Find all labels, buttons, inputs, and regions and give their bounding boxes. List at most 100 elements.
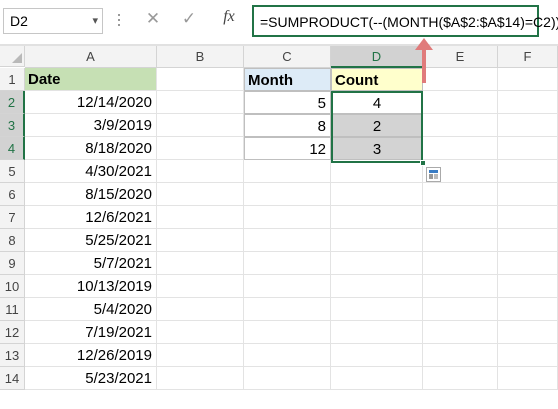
cell-c2[interactable]: 5 <box>244 91 331 114</box>
row-header-7[interactable]: 7 <box>0 206 25 229</box>
formula-bar-grip[interactable] <box>116 14 122 28</box>
formula-input[interactable]: =SUMPRODUCT(--(MONTH($A$2:$A$14)=C2)) <box>252 5 558 37</box>
row-header-9[interactable]: 9 <box>0 252 25 275</box>
enter-icon[interactable]: ✓ <box>178 9 200 33</box>
cell-f2[interactable] <box>498 91 558 114</box>
cell-a8[interactable]: 5/25/2021 <box>25 229 157 252</box>
cell-e13[interactable] <box>423 344 498 367</box>
cell-e11[interactable] <box>423 298 498 321</box>
cell-a7[interactable]: 12/6/2021 <box>25 206 157 229</box>
cell-f11[interactable] <box>498 298 558 321</box>
cell-d11[interactable] <box>331 298 423 321</box>
cell-b12[interactable] <box>157 321 244 344</box>
cell-c4[interactable]: 12 <box>244 137 331 160</box>
cell-e12[interactable] <box>423 321 498 344</box>
cell-d9[interactable] <box>331 252 423 275</box>
cell-e8[interactable] <box>423 229 498 252</box>
cell-f10[interactable] <box>498 275 558 298</box>
cell-a14[interactable]: 5/23/2021 <box>25 367 157 390</box>
cell-c8[interactable] <box>244 229 331 252</box>
cell-f14[interactable] <box>498 367 558 390</box>
cell-c5[interactable] <box>244 160 331 183</box>
cell-c6[interactable] <box>244 183 331 206</box>
cell-c9[interactable] <box>244 252 331 275</box>
cell-e14[interactable] <box>423 367 498 390</box>
column-header-a[interactable]: A <box>25 46 157 68</box>
cell-c7[interactable] <box>244 206 331 229</box>
cell-d6[interactable] <box>331 183 423 206</box>
cell-e1[interactable] <box>423 68 498 91</box>
cell-e10[interactable] <box>423 275 498 298</box>
cell-f13[interactable] <box>498 344 558 367</box>
cell-f6[interactable] <box>498 183 558 206</box>
cell-a10[interactable]: 10/13/2019 <box>25 275 157 298</box>
cell-b9[interactable] <box>157 252 244 275</box>
row-header-11[interactable]: 11 <box>0 298 25 321</box>
row-header-14[interactable]: 14 <box>0 367 25 390</box>
cell-e3[interactable] <box>423 114 498 137</box>
dropdown-icon[interactable]: ▾ <box>92 14 98 27</box>
cell-a13[interactable]: 12/26/2019 <box>25 344 157 367</box>
cell-b3[interactable] <box>157 114 244 137</box>
cell-b7[interactable] <box>157 206 244 229</box>
cell-b2[interactable] <box>157 91 244 114</box>
cell-f12[interactable] <box>498 321 558 344</box>
column-header-f[interactable]: F <box>498 46 558 68</box>
cell-b8[interactable] <box>157 229 244 252</box>
cell-f9[interactable] <box>498 252 558 275</box>
cell-c13[interactable] <box>244 344 331 367</box>
cell-b4[interactable] <box>157 137 244 160</box>
cell-a3[interactable]: 3/9/2019 <box>25 114 157 137</box>
cell-d14[interactable] <box>331 367 423 390</box>
cell-c3[interactable]: 8 <box>244 114 331 137</box>
cell-d12[interactable] <box>331 321 423 344</box>
cell-e9[interactable] <box>423 252 498 275</box>
cell-a5[interactable]: 4/30/2021 <box>25 160 157 183</box>
cell-e2[interactable] <box>423 91 498 114</box>
cancel-icon[interactable]: ✕ <box>142 9 164 33</box>
row-header-3[interactable]: 3 <box>0 114 25 137</box>
fill-handle[interactable] <box>420 160 426 166</box>
cell-a9[interactable]: 5/7/2021 <box>25 252 157 275</box>
column-header-c[interactable]: C <box>244 46 331 68</box>
row-header-10[interactable]: 10 <box>0 275 25 298</box>
month-header-cell[interactable]: Month <box>244 68 331 91</box>
count-header-cell[interactable]: Count <box>331 68 423 91</box>
cell-a2[interactable]: 12/14/2020 <box>25 91 157 114</box>
cell-f3[interactable] <box>498 114 558 137</box>
cell-b14[interactable] <box>157 367 244 390</box>
row-header-1[interactable]: 1 <box>0 68 25 91</box>
row-header-13[interactable]: 13 <box>0 344 25 367</box>
cell-b5[interactable] <box>157 160 244 183</box>
name-box[interactable]: D2 ▾ <box>3 8 103 34</box>
cell-b6[interactable] <box>157 183 244 206</box>
row-header-8[interactable]: 8 <box>0 229 25 252</box>
cell-b13[interactable] <box>157 344 244 367</box>
cell-c11[interactable] <box>244 298 331 321</box>
cell-f1[interactable] <box>498 68 558 91</box>
date-header-cell[interactable]: Date <box>25 68 157 91</box>
cell-a6[interactable]: 8/15/2020 <box>25 183 157 206</box>
cell-d7[interactable] <box>331 206 423 229</box>
cell-f8[interactable] <box>498 229 558 252</box>
cell-f4[interactable] <box>498 137 558 160</box>
cell-d10[interactable] <box>331 275 423 298</box>
column-header-d[interactable]: D <box>331 46 423 68</box>
cell-d8[interactable] <box>331 229 423 252</box>
cell-b11[interactable] <box>157 298 244 321</box>
cell-b10[interactable] <box>157 275 244 298</box>
cell-d5[interactable] <box>331 160 423 183</box>
cell-c14[interactable] <box>244 367 331 390</box>
row-header-6[interactable]: 6 <box>0 183 25 206</box>
cell-c10[interactable] <box>244 275 331 298</box>
cell-a11[interactable]: 5/4/2020 <box>25 298 157 321</box>
row-header-12[interactable]: 12 <box>0 321 25 344</box>
fx-icon[interactable]: fx <box>216 8 242 32</box>
quick-analysis-icon[interactable] <box>426 167 441 182</box>
cell-f5[interactable] <box>498 160 558 183</box>
row-header-4[interactable]: 4 <box>0 137 25 160</box>
column-header-b[interactable]: B <box>157 46 244 68</box>
cell-d13[interactable] <box>331 344 423 367</box>
cell-e4[interactable] <box>423 137 498 160</box>
cell-e7[interactable] <box>423 206 498 229</box>
